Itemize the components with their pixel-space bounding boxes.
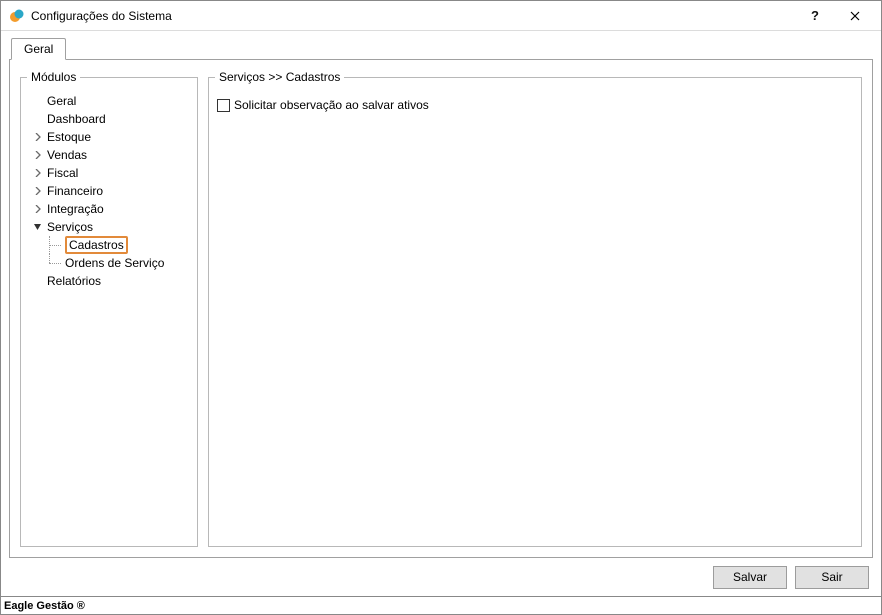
content-panel: Serviços >> Cadastros Solicitar observaç… [208, 70, 862, 547]
tab-geral[interactable]: Geral [11, 38, 66, 60]
status-bar: Eagle Gestão ® [1, 596, 881, 614]
chevron-right-icon [33, 168, 42, 177]
tree-label-highlight: Cadastros [65, 236, 128, 254]
titlebar: Configurações do Sistema ? [1, 1, 881, 31]
tree-label: Relatórios [47, 274, 101, 288]
tree-label: Estoque [47, 130, 91, 144]
modules-legend: Módulos [27, 70, 80, 84]
button-label: Sair [821, 570, 842, 584]
checkbox-label: Solicitar observação ao salvar ativos [234, 98, 429, 112]
content-body: Solicitar observação ao salvar ativos [215, 92, 855, 118]
tree-item-integracao[interactable]: Integração [27, 200, 191, 218]
tree-item-servicos-ordens[interactable]: Ordens de Serviço [27, 254, 191, 272]
app-icon [9, 8, 25, 24]
tree-label: Integração [47, 202, 104, 216]
window-title: Configurações do Sistema [31, 9, 795, 23]
close-button[interactable] [835, 2, 875, 30]
chevron-right-icon [33, 204, 42, 213]
tab-content: Módulos Geral Dashboard Estoque [9, 59, 873, 558]
breadcrumb: Serviços >> Cadastros [215, 70, 344, 84]
tab-label: Geral [24, 42, 53, 56]
chevron-down-icon [33, 222, 42, 231]
tree-item-dashboard[interactable]: Dashboard [27, 110, 191, 128]
tree-label: Fiscal [47, 166, 78, 180]
help-button[interactable]: ? [795, 2, 835, 30]
tree-item-geral[interactable]: Geral [27, 92, 191, 110]
tree-label: Vendas [47, 148, 87, 162]
tree-item-estoque[interactable]: Estoque [27, 128, 191, 146]
checkbox-solicitar-observacao[interactable]: Solicitar observação ao salvar ativos [217, 98, 853, 112]
button-row: Salvar Sair [9, 558, 873, 592]
modules-panel: Módulos Geral Dashboard Estoque [20, 70, 198, 547]
checkbox-icon [217, 99, 230, 112]
tree-label: Ordens de Serviço [65, 256, 164, 270]
modules-tree: Geral Dashboard Estoque [27, 92, 191, 290]
tree-item-fiscal[interactable]: Fiscal [27, 164, 191, 182]
tree-label: Serviços [47, 220, 93, 234]
tree-item-financeiro[interactable]: Financeiro [27, 182, 191, 200]
tree-label: Dashboard [47, 112, 106, 126]
tab-bar: Geral [9, 37, 873, 59]
save-button[interactable]: Salvar [713, 566, 787, 589]
exit-button[interactable]: Sair [795, 566, 869, 589]
tree-item-servicos[interactable]: Serviços [27, 218, 191, 236]
tree-label: Geral [47, 94, 76, 108]
window-root: Configurações do Sistema ? Geral Módulos… [0, 0, 882, 615]
chevron-right-icon [33, 150, 42, 159]
tree-item-vendas[interactable]: Vendas [27, 146, 191, 164]
tree-item-relatorios[interactable]: Relatórios [27, 272, 191, 290]
chevron-right-icon [33, 132, 42, 141]
tree-item-servicos-cadastros[interactable]: Cadastros [27, 236, 191, 254]
status-text: Eagle Gestão ® [4, 600, 85, 612]
client-area: Geral Módulos Geral Dashboard [1, 31, 881, 596]
tree-label: Financeiro [47, 184, 103, 198]
button-label: Salvar [733, 570, 767, 584]
chevron-right-icon [33, 186, 42, 195]
